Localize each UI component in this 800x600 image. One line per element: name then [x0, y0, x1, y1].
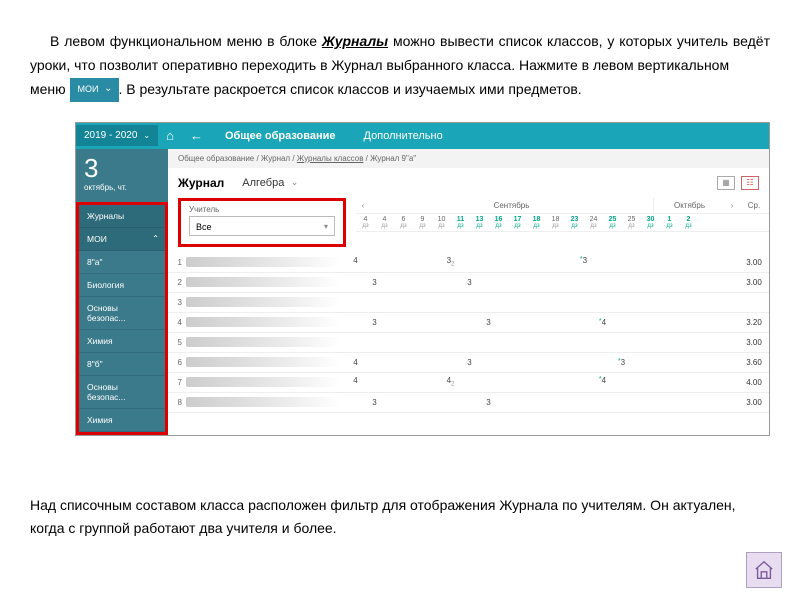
paragraph-2: меню МОИ. В результате раскроется список…: [30, 78, 770, 102]
back-icon[interactable]: ←: [182, 128, 211, 143]
table-row: 143233.00: [168, 253, 769, 273]
table-row: 53.00: [168, 333, 769, 353]
app-screenshot: 2019 - 2020⌄ ⌂ ← Общее образование Допол…: [75, 122, 770, 436]
paragraph-3: Над списочным составом класса расположен…: [30, 494, 770, 542]
prev-arrow[interactable]: ‹: [356, 201, 370, 210]
chart-icon[interactable]: ☷: [741, 176, 759, 190]
day-column[interactable]: 11дз: [451, 214, 470, 231]
table-row: 64333.60: [168, 353, 769, 373]
sidebar-item[interactable]: Химия: [79, 409, 165, 432]
sidebar-moi[interactable]: МОИ⌃: [79, 228, 165, 251]
date-block: 3 октябрь, чт.: [76, 149, 168, 202]
home-nav-icon[interactable]: [746, 552, 782, 588]
day-column[interactable]: 10дз: [432, 214, 451, 231]
day-column[interactable]: 4дз: [356, 214, 375, 231]
journals-keyword: Журналы: [322, 33, 388, 49]
day-column[interactable]: 24дз: [584, 214, 603, 231]
sidebar-item[interactable]: Биология: [79, 274, 165, 297]
month-sept: Сентябрь: [370, 198, 653, 213]
teacher-label: Учитель: [189, 205, 335, 214]
day-column[interactable]: 2дз: [679, 214, 698, 231]
avg-header: Ср.: [739, 201, 769, 210]
student-name-blur: [186, 317, 340, 327]
sidebar-highlight-box: Журналы МОИ⌃ 8"а" Биология Основы безопа…: [76, 202, 168, 435]
day-column[interactable]: 6дз: [394, 214, 413, 231]
table-row: 744244.00: [168, 373, 769, 393]
table-row: 8333.00: [168, 393, 769, 413]
sidebar-item[interactable]: Основы безопас...: [79, 297, 165, 330]
main-panel: Общее образование / Журнал / Журналы кла…: [168, 149, 769, 435]
student-name-blur: [186, 277, 340, 287]
subject-selector[interactable]: Алгебра: [242, 177, 298, 189]
chevron-down-icon: ⌄: [143, 131, 150, 140]
day-column[interactable]: 25дз: [622, 214, 641, 231]
sidebar-item[interactable]: 8"а": [79, 251, 165, 274]
grid-icon[interactable]: ▦: [717, 176, 735, 190]
sidebar: 3 октябрь, чт. Журналы МОИ⌃ 8"а" Биологи…: [76, 149, 168, 435]
day-column[interactable]: 1дз: [660, 214, 679, 231]
moi-inline-button: МОИ: [70, 78, 119, 101]
breadcrumb: Общее образование / Журнал / Журналы кла…: [168, 149, 769, 168]
table-row: 2333.00: [168, 273, 769, 293]
student-name-blur: [186, 297, 340, 307]
day-column[interactable]: 18дз: [546, 214, 565, 231]
sidebar-item[interactable]: Химия: [79, 330, 165, 353]
day-column[interactable]: 18дз: [527, 214, 546, 231]
teacher-filter-highlight: Учитель Все: [178, 198, 346, 247]
sidebar-item[interactable]: 8"б": [79, 353, 165, 376]
student-name-blur: [186, 337, 340, 347]
table-row: 3: [168, 293, 769, 313]
day-column[interactable]: 16дз: [489, 214, 508, 231]
sidebar-item[interactable]: Основы безопас...: [79, 376, 165, 409]
teacher-select[interactable]: Все: [189, 216, 335, 236]
next-arrow[interactable]: ›: [725, 201, 739, 210]
day-column[interactable]: 23дз: [565, 214, 584, 231]
tab-general-education[interactable]: Общее образование: [211, 123, 350, 149]
day-column[interactable]: 9дз: [413, 214, 432, 231]
student-name-blur: [186, 357, 340, 367]
table-row: 43343.20: [168, 313, 769, 333]
tab-additional[interactable]: Дополнительно: [350, 123, 457, 149]
student-name-blur: [186, 257, 340, 267]
top-bar: 2019 - 2020⌄ ⌂ ← Общее образование Допол…: [76, 123, 769, 149]
day-column[interactable]: 30дз: [641, 214, 660, 231]
day-column[interactable]: 25дз: [603, 214, 622, 231]
month-oct: Октябрь: [653, 198, 725, 213]
student-name-blur: [186, 377, 340, 387]
year-selector[interactable]: 2019 - 2020⌄: [76, 125, 158, 146]
day-column[interactable]: 17дз: [508, 214, 527, 231]
home-icon[interactable]: ⌂: [158, 128, 182, 143]
day-column[interactable]: 13дз: [470, 214, 489, 231]
sidebar-journals-header[interactable]: Журналы: [79, 205, 165, 228]
calendar-grid: ‹ Сентябрь Октябрь › Ср. 4дз4дз6дз9дз10д…: [356, 198, 769, 232]
paragraph-1: В левом функциональном меню в блоке Журн…: [30, 30, 770, 78]
day-column[interactable]: 4дз: [375, 214, 394, 231]
chevron-up-icon: ⌃: [152, 234, 159, 243]
student-name-blur: [186, 397, 340, 407]
journal-label: Журнал: [178, 176, 224, 190]
